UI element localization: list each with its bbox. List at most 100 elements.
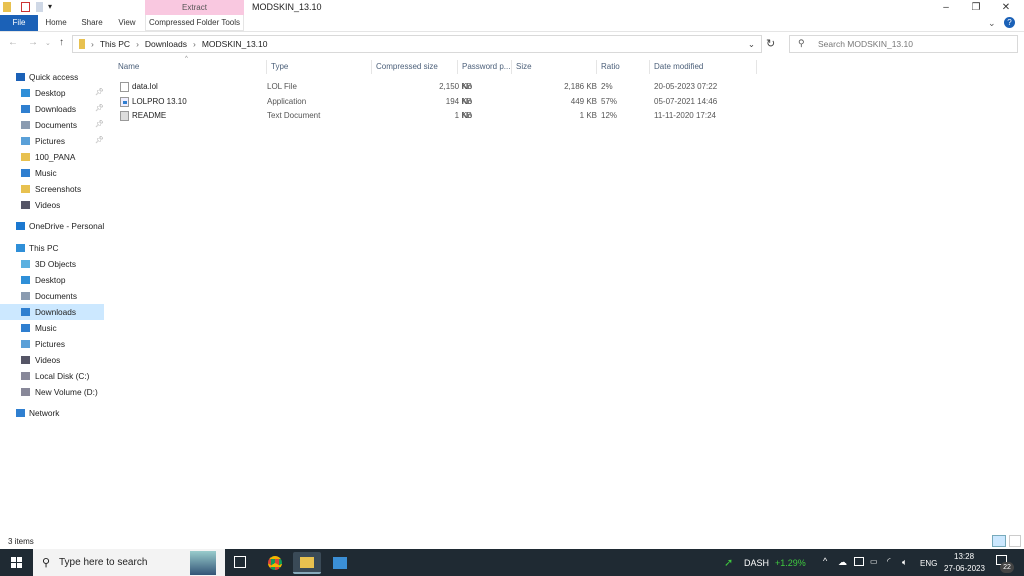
file-ratio: 57% bbox=[601, 96, 618, 106]
sidebar-item-label: Desktop bbox=[35, 275, 66, 285]
volume-icon[interactable]: 🔈︎ bbox=[902, 557, 907, 568]
tab-share[interactable]: Share bbox=[76, 15, 108, 31]
sidebar-item[interactable]: Desktop bbox=[0, 272, 104, 288]
address-dropdown-icon[interactable]: ⌄ bbox=[748, 39, 755, 50]
sidebar-item[interactable]: Network bbox=[0, 405, 104, 421]
photos-taskbar-button[interactable] bbox=[326, 552, 354, 574]
column-header-size[interactable]: Size bbox=[512, 60, 597, 74]
tab-compressed-folder-tools[interactable]: Compressed Folder Tools bbox=[145, 15, 244, 31]
task-view-button[interactable] bbox=[234, 556, 246, 568]
sidebar-item-label: 100_PANA bbox=[35, 152, 76, 162]
network-icon bbox=[16, 409, 25, 417]
new-folder-icon[interactable] bbox=[36, 2, 43, 12]
file-name: data.lol bbox=[132, 82, 158, 91]
sidebar-item[interactable]: Documents 📌︎ bbox=[0, 117, 104, 133]
download-icon bbox=[21, 105, 30, 113]
file-type: LOL File bbox=[267, 82, 297, 91]
sidebar-item-label: This PC bbox=[29, 243, 59, 253]
file-icon bbox=[120, 82, 129, 92]
minimize-button[interactable]: – bbox=[931, 0, 961, 15]
clock-date[interactable]: 27-06-2023 bbox=[944, 564, 985, 573]
tab-file[interactable]: File bbox=[0, 15, 38, 31]
battery-icon[interactable]: ▭ bbox=[870, 557, 878, 566]
customize-quick-access-icon[interactable]: ▾ bbox=[48, 2, 52, 11]
sidebar-item[interactable]: This PC bbox=[0, 240, 104, 256]
pin-icon: 📌︎ bbox=[95, 89, 104, 96]
address-bar[interactable]: › This PC › Downloads › MODSKIN_13.10 ⌄ bbox=[72, 35, 762, 53]
file-explorer-taskbar-button[interactable] bbox=[293, 552, 321, 574]
file-modified: 11-11-2020 17:24 bbox=[654, 111, 716, 120]
pin-icon: 📌︎ bbox=[95, 121, 104, 128]
tab-home[interactable]: Home bbox=[40, 15, 72, 31]
file-row[interactable]: data.lol LOL File 2,150 KB No 2,186 KB 2% 20-0… bbox=[114, 80, 757, 94]
sidebar-item[interactable]: Downloads bbox=[0, 304, 104, 320]
column-header-ratio[interactable]: Ratio bbox=[597, 60, 650, 74]
sidebar-item-label: Documents bbox=[35, 120, 77, 130]
cloud-icon bbox=[16, 222, 25, 230]
sidebar-item[interactable]: Desktop 📌︎ bbox=[0, 85, 104, 101]
file-name: README bbox=[132, 111, 167, 120]
search-input[interactable]: Search MODSKIN_13.10 bbox=[789, 35, 1018, 53]
column-header-name[interactable]: Name bbox=[114, 60, 267, 74]
tab-view[interactable]: View bbox=[112, 15, 142, 31]
sidebar-item[interactable]: Videos bbox=[0, 352, 104, 368]
computer-icon bbox=[16, 244, 25, 252]
maximize-button[interactable]: ❐ bbox=[961, 0, 991, 15]
forward-button[interactable]: → bbox=[28, 37, 38, 48]
sidebar-item[interactable]: Music bbox=[0, 165, 104, 181]
start-button[interactable] bbox=[11, 557, 22, 568]
sidebar-item[interactable]: Pictures 📌︎ bbox=[0, 133, 104, 149]
pictures-icon bbox=[21, 137, 30, 145]
sidebar-item-label: Downloads bbox=[35, 307, 77, 317]
sidebar-item[interactable]: OneDrive - Personal bbox=[0, 218, 104, 234]
recent-locations-icon[interactable]: ⌄ bbox=[45, 39, 51, 47]
large-icons-view-button[interactable] bbox=[1009, 535, 1021, 547]
language-indicator[interactable]: ENG bbox=[920, 559, 937, 568]
sidebar-item[interactable]: 100_PANA bbox=[0, 149, 104, 165]
zip-folder-icon bbox=[79, 39, 85, 49]
expand-ribbon-icon[interactable]: ⌄ bbox=[988, 18, 996, 29]
sidebar-item[interactable]: Local Disk (C:) bbox=[0, 368, 104, 384]
chrome-taskbar-button[interactable] bbox=[261, 552, 289, 574]
sidebar-item[interactable]: Pictures bbox=[0, 336, 104, 352]
breadcrumb-current[interactable]: MODSKIN_13.10 bbox=[202, 39, 268, 49]
sidebar-item[interactable]: 3D Objects bbox=[0, 256, 104, 272]
meet-now-icon[interactable] bbox=[854, 557, 864, 566]
close-button[interactable]: ✕ bbox=[991, 0, 1021, 15]
breadcrumb-separator-icon: › bbox=[91, 39, 94, 49]
back-button[interactable]: ← bbox=[8, 37, 18, 48]
sidebar-item[interactable]: Downloads 📌︎ bbox=[0, 101, 104, 117]
column-header-type[interactable]: Type bbox=[267, 60, 372, 74]
sidebar-item-label: Music bbox=[35, 168, 57, 178]
help-icon[interactable]: ? bbox=[1004, 17, 1015, 28]
details-view-button[interactable] bbox=[992, 535, 1006, 547]
sidebar-item[interactable]: Screenshots bbox=[0, 181, 104, 197]
column-header-password[interactable]: Password p... bbox=[458, 60, 512, 74]
sidebar-item[interactable]: Videos bbox=[0, 197, 104, 213]
desktop-icon bbox=[21, 276, 30, 284]
context-tab-extract[interactable]: Extract bbox=[145, 0, 244, 15]
stock-trend-icon: ➚ bbox=[724, 557, 734, 569]
clock-time[interactable]: 13:28 bbox=[954, 552, 974, 561]
breadcrumb-downloads[interactable]: Downloads bbox=[145, 39, 187, 49]
file-row[interactable]: LOLPRO 13.10 Application 194 KB No 449 KB 57%… bbox=[114, 95, 757, 109]
properties-icon[interactable] bbox=[21, 2, 30, 12]
show-hidden-icons-button[interactable]: ^ bbox=[823, 556, 827, 566]
column-header-date-modified[interactable]: Date modified bbox=[650, 60, 757, 74]
up-button[interactable]: ↑ bbox=[59, 37, 64, 48]
ribbon-divider bbox=[0, 31, 1024, 32]
sidebar-item[interactable]: New Volume (D:) bbox=[0, 384, 104, 400]
refresh-icon[interactable]: ↻ bbox=[766, 37, 775, 50]
file-type: Text Document bbox=[267, 111, 321, 120]
onedrive-cloud-icon[interactable]: ☁ bbox=[838, 557, 847, 568]
stock-ticker[interactable]: DASH bbox=[744, 558, 769, 568]
breadcrumb-this-pc[interactable]: This PC bbox=[100, 39, 130, 49]
wifi-icon[interactable]: ◜ bbox=[887, 556, 891, 567]
application-icon bbox=[120, 96, 129, 107]
sidebar-item[interactable]: Documents bbox=[0, 288, 104, 304]
file-row[interactable]: README Text Document 1 KB No 1 KB 12% 11-11-20… bbox=[114, 109, 757, 123]
column-header-compressed-size[interactable]: Compressed size bbox=[372, 60, 458, 74]
sidebar-item[interactable]: Music bbox=[0, 320, 104, 336]
sidebar-item[interactable]: Quick access bbox=[0, 69, 104, 85]
file-modified: 20-05-2023 07:22 bbox=[654, 82, 718, 91]
